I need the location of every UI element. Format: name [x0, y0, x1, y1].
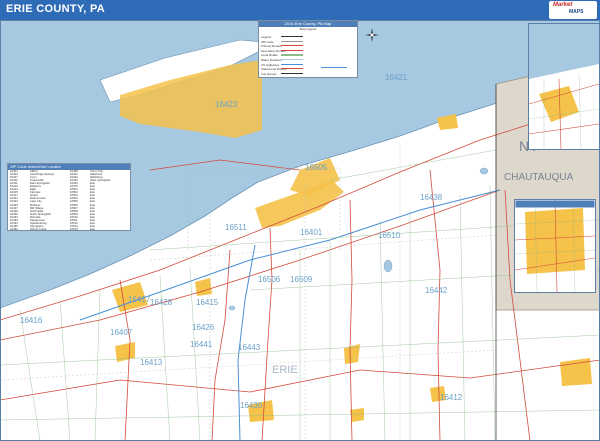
legend-swatch — [281, 45, 303, 47]
zip-label: 16505 — [305, 163, 328, 172]
zip-label: 16407 — [110, 328, 133, 337]
zip-label: 16401 — [300, 228, 323, 237]
zip-label: 16509 — [290, 275, 313, 284]
zip-label: 16443 — [238, 343, 261, 352]
zip-label: 16442 — [425, 286, 448, 295]
zip-label: 16441 — [190, 340, 213, 349]
legend-subtitle: Map Legend — [299, 27, 317, 31]
chautauqua-label: CHAUTAUQUA — [504, 172, 574, 183]
logo-line2: MAPS — [569, 9, 584, 15]
county-label: ERIE — [272, 364, 298, 376]
zip-table-city: Spring Creek — [30, 226, 47, 231]
zip-label: 16415 — [196, 298, 219, 307]
zip-label: 16430 — [240, 401, 263, 410]
zip-table-zip-column: 16438 16441 16442 16443 16444 16475 16501 16502… — [70, 169, 78, 231]
zip-label: 16412 — [440, 393, 463, 402]
legend-swatch — [281, 72, 303, 74]
zip-label: 16438 — [420, 193, 443, 202]
zip-label: 16417 — [128, 295, 151, 304]
legend-swatch — [281, 54, 303, 56]
zip-table-city-column: Albion Cambridge Springs Corry Cranesville E… — [30, 169, 54, 231]
brand-logo[interactable]: Market MAPS — [549, 1, 597, 19]
legend-swatch — [281, 63, 303, 65]
zip-label: 16506 — [258, 275, 281, 284]
zip-index-table: ZIP Code Index/Grid Locator 16401 16403 16… — [7, 163, 131, 231]
legend-row-label: City Names — [261, 71, 277, 76]
zip-label: 16510 — [378, 231, 401, 240]
zip-label: 16421 — [385, 73, 408, 82]
map-legend: 2016 Erie County, PA Map Map Legend Lege… — [258, 20, 358, 78]
legend-swatch — [281, 36, 303, 38]
zip-label: 16511 — [225, 223, 247, 232]
zip-table-zip-column: 16401 16403 16407 16410 16411 16412 16413 16415… — [10, 169, 18, 231]
legend-row-label: Water Features — [261, 58, 282, 62]
legend-swatch — [281, 40, 303, 42]
legend-row-label: Local Roads — [261, 53, 278, 58]
legend-scale-bar — [321, 61, 347, 68]
logo-line1: Market — [553, 2, 573, 8]
zip-label: 16423 — [215, 100, 238, 109]
legend-row-label: ZIP Code — [261, 39, 274, 44]
zip-table-zip: 16436 — [10, 226, 18, 231]
zip-table-city-column: Union City Waterford Wattsburg West Springf… — [90, 169, 110, 231]
zip-label: 16413 — [140, 358, 163, 367]
legend-swatch — [281, 49, 303, 51]
legend-row-label: US Highways — [261, 62, 280, 67]
title-bar: ERIE COUNTY, PA Market MAPS — [0, 0, 600, 20]
legend-swatch — [281, 68, 303, 70]
zip-label: 16426 — [192, 323, 215, 332]
legend-swatch — [281, 59, 303, 61]
compass-icon — [365, 28, 379, 42]
map-frame: ERIE COUNTY, PA Market MAPS 16509 16510 … — [0, 0, 600, 441]
zip-table-city: Erie — [90, 226, 95, 231]
zip-label: 16416 — [20, 316, 43, 325]
zip-label: 16428 — [150, 298, 173, 307]
map-title: ERIE COUNTY, PA — [6, 3, 106, 15]
inset-map-southeast[interactable] — [514, 199, 596, 293]
legend-row-label: Legend — [261, 35, 272, 39]
zip-table-title: ZIP Code Index/Grid Locator — [8, 164, 130, 170]
zip-table-zip: 16515 — [70, 226, 78, 231]
inset-map-northeast[interactable] — [528, 23, 600, 150]
legend-row-label: Primary Routes — [261, 44, 282, 49]
